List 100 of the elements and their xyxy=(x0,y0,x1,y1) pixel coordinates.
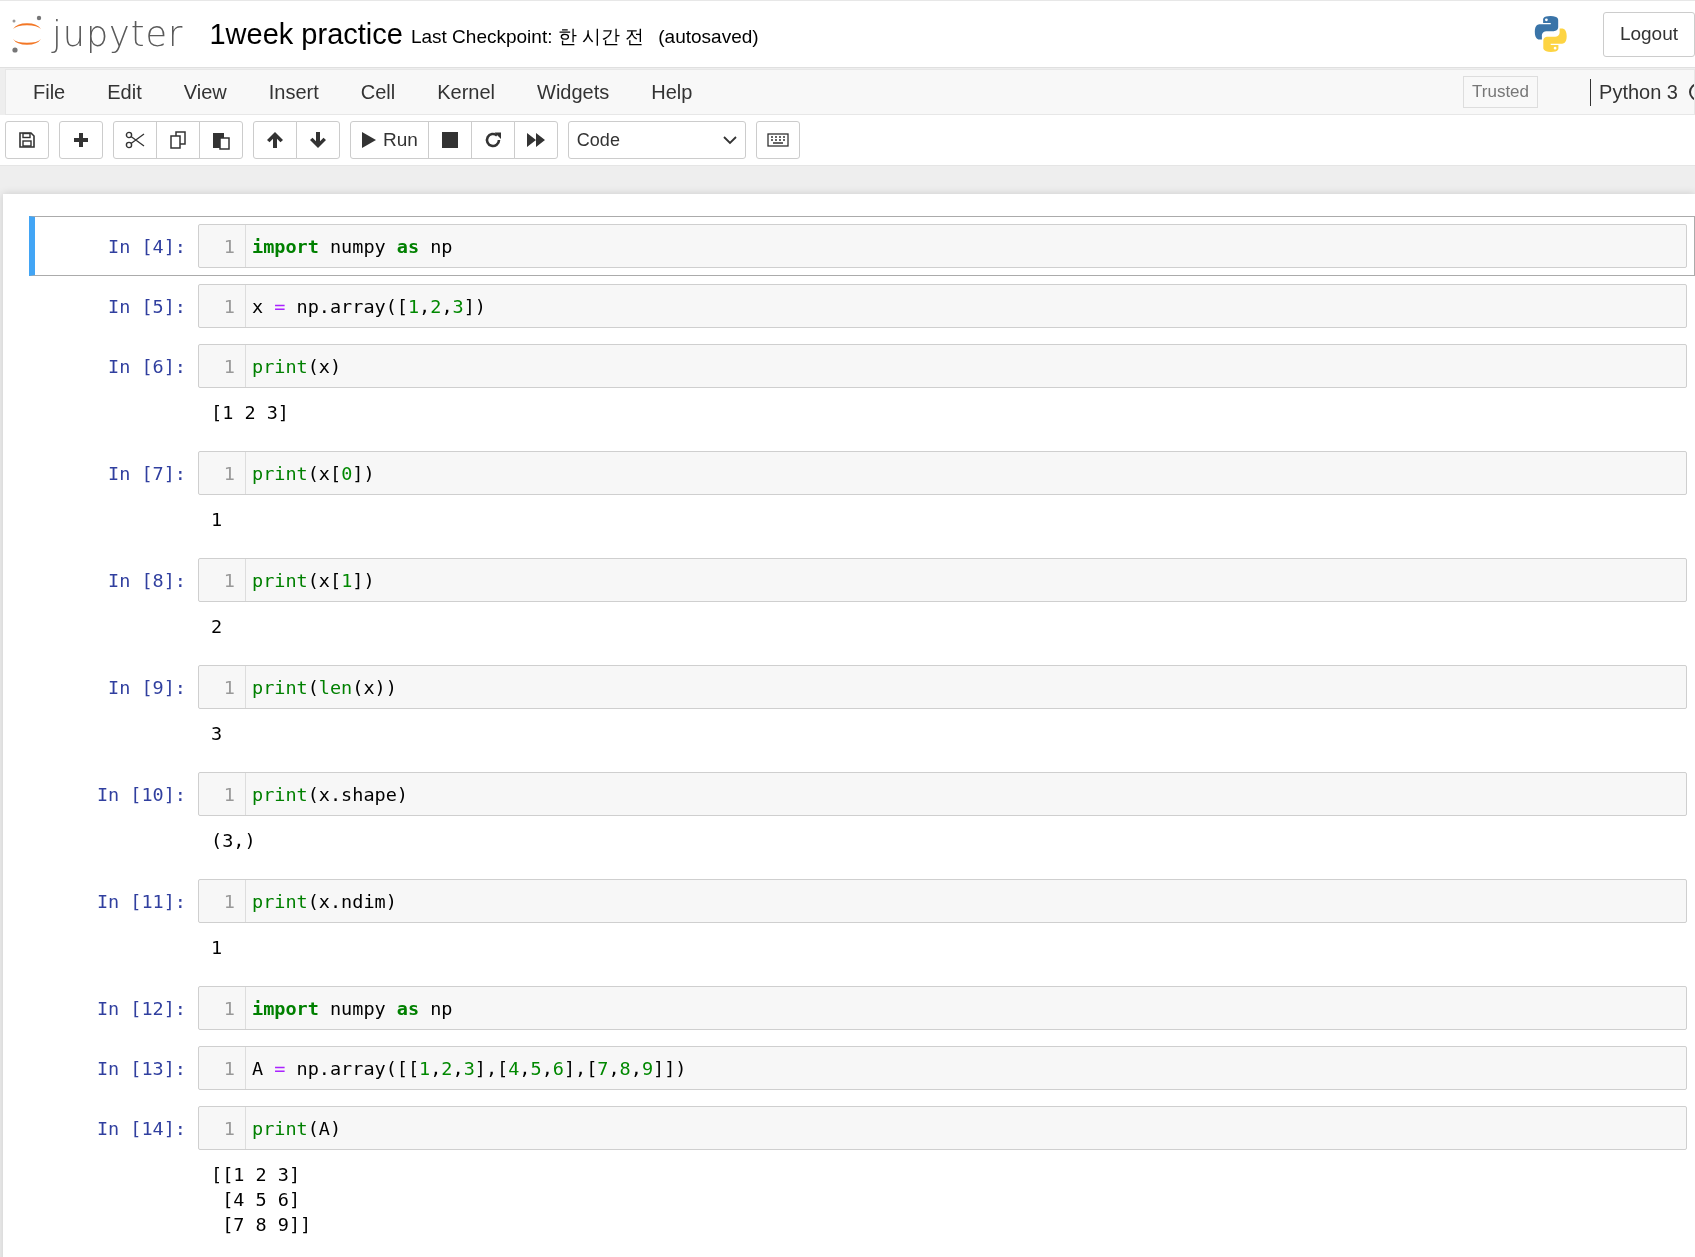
code-cell[interactable]: In [14]: 1 print(A) xyxy=(29,1098,1695,1158)
menu-item[interactable]: File xyxy=(12,80,87,104)
input-prompt: In [7]: xyxy=(107,462,187,484)
line-number: 1 xyxy=(199,285,246,327)
run-all-button[interactable] xyxy=(513,121,558,159)
kernel-name[interactable]: Python 3 xyxy=(1590,78,1678,106)
line-number: 1 xyxy=(199,559,246,601)
paste-icon xyxy=(211,130,231,150)
move-up-button[interactable] xyxy=(253,121,297,159)
input-prompt: In [9]: xyxy=(107,676,187,698)
code-editor[interactable]: 1 print(len(x)) xyxy=(198,665,1687,709)
arrow-down-icon xyxy=(309,131,327,149)
save-button[interactable] xyxy=(5,121,49,159)
input-prompt: In [12]: xyxy=(95,997,187,1019)
code-cell[interactable]: In [9]: 1 print(len(x)) xyxy=(29,657,1695,717)
output-text: [[1 2 3] [4 5 6] [7 8 9]] xyxy=(211,1163,313,1237)
input-prompt: In [5]: xyxy=(107,295,187,317)
move-down-button[interactable] xyxy=(296,121,340,159)
code-editor[interactable]: 1 x = np.array([1,2,3]) xyxy=(198,284,1687,328)
insert-cell-button[interactable] xyxy=(59,121,103,159)
line-number: 1 xyxy=(199,773,246,815)
line-number: 1 xyxy=(199,225,246,267)
code-line: import numpy as np xyxy=(251,997,453,1019)
code-editor[interactable]: 1 import numpy as np xyxy=(198,224,1687,268)
fast-forward-icon xyxy=(525,132,546,148)
input-prompt: In [11]: xyxy=(95,890,187,912)
output-text: 1 xyxy=(211,936,224,960)
autosave-status: (autosaved) xyxy=(658,25,759,48)
code-line: print(x) xyxy=(251,355,342,377)
input-prompt: In [6]: xyxy=(107,355,187,377)
output-text: [1 2 3] xyxy=(211,401,290,425)
notebook-title[interactable]: 1week practice xyxy=(209,17,403,51)
menu-item[interactable]: View xyxy=(162,80,248,104)
input-prompt: In [10]: xyxy=(95,783,187,805)
menu-item[interactable]: Edit xyxy=(86,80,163,104)
code-line: print(x[1]) xyxy=(251,569,375,591)
code-editor[interactable]: 1 print(x.shape) xyxy=(198,772,1687,816)
line-number: 1 xyxy=(199,1107,246,1149)
stop-icon xyxy=(440,131,459,149)
code-line: print(x[0]) xyxy=(251,462,375,484)
code-line: x = np.array([1,2,3]) xyxy=(251,295,486,317)
restart-icon xyxy=(483,131,502,149)
trusted-indicator[interactable]: Trusted xyxy=(1463,76,1539,108)
code-line: print(A) xyxy=(251,1117,342,1139)
output-text: 2 xyxy=(211,615,224,639)
code-cell[interactable]: In [13]: 1 A = np.array([[1,2,3],[4,5,6],[7,8,9]]) xyxy=(29,1038,1695,1098)
line-number: 1 xyxy=(199,1047,246,1089)
code-editor[interactable]: 1 print(x) xyxy=(198,344,1687,388)
code-line: print(x.ndim) xyxy=(251,890,397,912)
run-button[interactable]: Run xyxy=(350,121,429,159)
code-editor[interactable]: 1 import numpy as np xyxy=(198,986,1687,1030)
logo-text: jupyter xyxy=(52,14,184,54)
copy-button[interactable] xyxy=(156,121,200,159)
code-cell[interactable]: In [7]: 1 print(x[0]) xyxy=(29,443,1695,503)
menu-item[interactable]: Insert xyxy=(247,80,340,104)
code-editor[interactable]: 1 print(x.ndim) xyxy=(198,879,1687,923)
code-editor[interactable]: 1 print(A) xyxy=(198,1106,1687,1150)
arrow-up-icon xyxy=(266,131,284,149)
scissors-icon xyxy=(125,131,145,149)
line-number: 1 xyxy=(199,345,246,387)
line-number: 1 xyxy=(199,880,246,922)
cut-button[interactable] xyxy=(113,121,157,159)
code-cell[interactable]: In [4]: 1 import numpy as np xyxy=(29,216,1695,276)
code-cell[interactable]: In [10]: 1 print(x.shape) xyxy=(29,764,1695,824)
menu-item[interactable]: Cell xyxy=(339,80,417,104)
logout-button[interactable]: Logout xyxy=(1602,11,1695,57)
line-number: 1 xyxy=(199,452,246,494)
code-cell[interactable]: In [12]: 1 import numpy as np xyxy=(29,978,1695,1038)
paste-button[interactable] xyxy=(199,121,243,159)
code-cell[interactable]: In [5]: 1 x = np.array([1,2,3]) xyxy=(29,276,1695,336)
copy-icon xyxy=(168,130,188,150)
code-line: print(len(x)) xyxy=(251,676,397,698)
input-prompt: In [13]: xyxy=(95,1057,187,1079)
checkpoint-status: Last Checkpoint: 한 시간 전 xyxy=(410,24,645,49)
stop-button[interactable] xyxy=(427,121,472,159)
menu-item[interactable]: Kernel xyxy=(416,80,516,104)
code-line: A = np.array([[1,2,3],[4,5,6],[7,8,9]]) xyxy=(251,1057,687,1079)
output-text: (3,) xyxy=(211,829,257,853)
code-editor[interactable]: 1 print(x[0]) xyxy=(198,451,1687,495)
play-icon xyxy=(361,131,377,149)
menu-item[interactable]: Widgets xyxy=(516,80,631,104)
code-cell[interactable]: In [6]: 1 print(x) xyxy=(29,336,1695,396)
keyboard-shortcuts-button[interactable] xyxy=(755,121,800,159)
input-prompt: In [14]: xyxy=(95,1117,187,1139)
chevron-down-icon xyxy=(722,135,737,145)
code-editor[interactable]: 1 A = np.array([[1,2,3],[4,5,6],[7,8,9]]) xyxy=(198,1046,1687,1090)
code-line: import numpy as np xyxy=(251,235,453,257)
input-prompt: In [4]: xyxy=(107,235,187,257)
code-cell[interactable]: In [11]: 1 print(x.ndim) xyxy=(29,871,1695,931)
output-text: 1 xyxy=(211,508,224,532)
code-cell[interactable]: In [8]: 1 print(x[1]) xyxy=(29,550,1695,610)
save-icon xyxy=(18,131,36,149)
line-number: 1 xyxy=(199,987,246,1029)
plus-icon xyxy=(72,131,90,149)
code-editor[interactable]: 1 print(x[1]) xyxy=(198,558,1687,602)
menu-item[interactable]: Help xyxy=(630,80,714,104)
cell-type-dropdown[interactable]: Code xyxy=(567,121,746,159)
restart-button[interactable] xyxy=(470,121,515,159)
keyboard-icon xyxy=(766,133,789,147)
line-number: 1 xyxy=(199,666,246,708)
